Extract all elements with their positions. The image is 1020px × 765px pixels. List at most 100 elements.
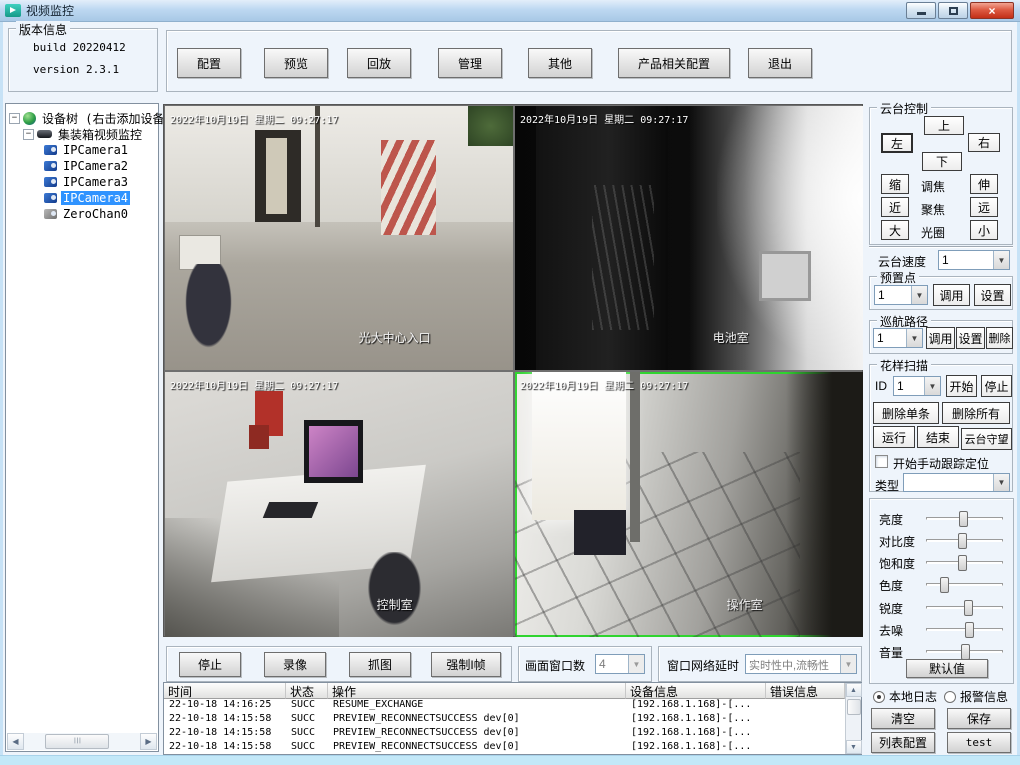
- tree-item-ipcamera4[interactable]: IPCamera4: [44, 190, 158, 206]
- snapshot-button[interactable]: 抓图: [349, 652, 411, 677]
- cruise-set-button[interactable]: 设置: [956, 327, 985, 349]
- delete-all-button[interactable]: 删除所有: [942, 402, 1010, 424]
- other-button[interactable]: 其他: [528, 48, 592, 78]
- network-delay-select[interactable]: 实时性中,流畅性 ▼: [745, 654, 857, 674]
- column-header-error[interactable]: 错误信息: [766, 683, 845, 699]
- zoom-out-button[interactable]: 缩: [881, 174, 909, 194]
- tree-collapse-icon[interactable]: −: [23, 129, 34, 140]
- scroll-up-icon[interactable]: ▲: [846, 683, 862, 697]
- chevron-down-icon[interactable]: ▼: [993, 251, 1009, 269]
- slider-thumb[interactable]: [958, 533, 967, 549]
- manage-button[interactable]: 管理: [438, 48, 502, 78]
- ptz-speed-select[interactable]: 1 ▼: [938, 250, 1010, 270]
- log-row[interactable]: 22-10-18 14:15:58 SUCC PREVIEW_RECONNECT…: [164, 727, 861, 741]
- column-header-status[interactable]: 状态: [286, 683, 328, 699]
- column-header-time[interactable]: 时间: [164, 683, 286, 699]
- config-button[interactable]: 配置: [177, 48, 241, 78]
- slider-thumb[interactable]: [940, 577, 949, 593]
- hue-slider[interactable]: [926, 583, 1003, 586]
- exit-button[interactable]: 退出: [748, 48, 812, 78]
- log-row[interactable]: 22-10-18 14:15:58 SUCC PREVIEW_RECONNECT…: [164, 713, 861, 727]
- ptz-right-button[interactable]: 右: [968, 133, 1000, 152]
- run-button[interactable]: 运行: [873, 426, 915, 448]
- delete-single-button[interactable]: 删除单条: [873, 402, 939, 424]
- titlebar[interactable]: 视频监控 ×: [0, 0, 1020, 22]
- preset-call-button[interactable]: 调用: [933, 284, 970, 306]
- cruise-call-button[interactable]: 调用: [926, 327, 955, 349]
- chevron-down-icon[interactable]: ▼: [924, 377, 940, 395]
- denoise-slider[interactable]: [926, 628, 1003, 631]
- local-log-radio[interactable]: [873, 691, 885, 703]
- tree-group-item[interactable]: − 集装箱视频监控: [23, 126, 158, 142]
- scroll-track[interactable]: [24, 733, 140, 750]
- chevron-down-icon[interactable]: ▼: [911, 286, 927, 304]
- tree-item-zerochan0[interactable]: ZeroChan0: [44, 206, 158, 222]
- slider-thumb[interactable]: [964, 600, 973, 616]
- iris-open-button[interactable]: 大: [881, 220, 909, 240]
- scroll-down-icon[interactable]: ▼: [846, 740, 862, 754]
- pattern-start-button[interactable]: 开始: [946, 375, 977, 397]
- scroll-right-icon[interactable]: ▶: [140, 733, 157, 750]
- list-config-button[interactable]: 列表配置: [871, 732, 935, 753]
- tree-item-ipcamera2[interactable]: IPCamera2: [44, 158, 158, 174]
- video-cell-3[interactable]: 2022年10月19日 星期二 09:27:17 控制室: [165, 372, 513, 637]
- preview-button[interactable]: 预览: [264, 48, 328, 78]
- slider-thumb[interactable]: [965, 622, 974, 638]
- scroll-left-icon[interactable]: ◀: [7, 733, 24, 750]
- ptz-up-button[interactable]: 上: [924, 116, 964, 135]
- stop-button[interactable]: 停止: [179, 652, 241, 677]
- video-cell-2[interactable]: 2022年10月19日 星期二 09:27:17 电池室: [515, 106, 863, 370]
- tree-collapse-icon[interactable]: −: [9, 113, 20, 124]
- log-vertical-scrollbar[interactable]: ▲ ▼: [845, 683, 861, 754]
- ptz-watch-button[interactable]: 云台守望: [961, 428, 1012, 450]
- close-button[interactable]: ×: [970, 2, 1014, 19]
- focus-near-button[interactable]: 近: [881, 197, 909, 217]
- scroll-thumb[interactable]: [45, 734, 109, 749]
- column-header-device[interactable]: 设备信息: [626, 683, 766, 699]
- record-button[interactable]: 录像: [264, 652, 326, 677]
- pattern-stop-button[interactable]: 停止: [981, 375, 1012, 397]
- minimize-button[interactable]: [906, 2, 936, 19]
- contrast-slider[interactable]: [926, 539, 1003, 542]
- scroll-thumb[interactable]: [847, 699, 861, 715]
- window-count-select[interactable]: 4 ▼: [595, 654, 645, 674]
- chevron-down-icon[interactable]: ▼: [993, 474, 1009, 491]
- product-config-button[interactable]: 产品相关配置: [618, 48, 730, 78]
- volume-slider[interactable]: [926, 650, 1003, 653]
- clear-button[interactable]: 清空: [871, 708, 935, 729]
- end-button[interactable]: 结束: [917, 426, 959, 448]
- ptz-left-button[interactable]: 左: [881, 133, 913, 153]
- manual-track-checkbox[interactable]: [875, 455, 888, 468]
- cruise-select[interactable]: 1 ▼: [873, 328, 923, 348]
- log-row[interactable]: 22-10-18 14:16:25 SUCC RESUME_EXCHANGE […: [164, 699, 861, 713]
- maximize-button[interactable]: [938, 2, 968, 19]
- tree-horizontal-scrollbar[interactable]: ◀ ▶: [7, 733, 157, 750]
- save-button[interactable]: 保存: [947, 708, 1011, 729]
- brightness-slider[interactable]: [926, 517, 1003, 520]
- type-select[interactable]: ▼: [903, 473, 1010, 492]
- slider-thumb[interactable]: [961, 644, 970, 660]
- tree-item-ipcamera1[interactable]: IPCamera1: [44, 142, 158, 158]
- cruise-delete-button[interactable]: 删除: [986, 327, 1013, 349]
- test-button[interactable]: test: [947, 732, 1011, 753]
- focus-far-button[interactable]: 远: [970, 197, 998, 217]
- video-cell-1[interactable]: 2022年10月19日 星期二 09:27:17 光大中心入口: [165, 106, 513, 370]
- sharpness-slider[interactable]: [926, 606, 1003, 609]
- tree-item-ipcamera3[interactable]: IPCamera3: [44, 174, 158, 190]
- zoom-in-button[interactable]: 伸: [970, 174, 998, 194]
- playback-button[interactable]: 回放: [347, 48, 411, 78]
- slider-thumb[interactable]: [958, 555, 967, 571]
- ptz-down-button[interactable]: 下: [922, 152, 962, 171]
- pattern-id-select[interactable]: 1 ▼: [893, 376, 941, 396]
- force-iframe-button[interactable]: 强制I帧: [431, 652, 501, 677]
- alarm-info-radio[interactable]: [944, 691, 956, 703]
- preset-set-button[interactable]: 设置: [974, 284, 1011, 306]
- slider-thumb[interactable]: [959, 511, 968, 527]
- column-header-operation[interactable]: 操作: [328, 683, 626, 699]
- saturation-slider[interactable]: [926, 561, 1003, 564]
- preset-select[interactable]: 1 ▼: [874, 285, 928, 305]
- chevron-down-icon[interactable]: ▼: [906, 329, 922, 347]
- default-values-button[interactable]: 默认值: [906, 659, 988, 678]
- iris-close-button[interactable]: 小: [970, 220, 998, 240]
- video-cell-4[interactable]: 2022年10月19日 星期二 09:27:17 操作室: [515, 372, 863, 637]
